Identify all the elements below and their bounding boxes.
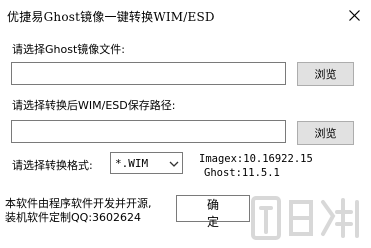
browse-ghost-button[interactable]: 浏览 (297, 62, 354, 86)
save-path-input[interactable] (11, 120, 286, 143)
title-bar[interactable]: 优捷易Ghost镜像一键转换WIM/ESD (0, 0, 371, 31)
close-button[interactable] (338, 0, 371, 31)
site-watermark-logo (251, 196, 359, 240)
ghost-image-path-input[interactable] (11, 62, 286, 85)
format-select-value: *.WIM (115, 157, 149, 170)
footer-note-line1: 本软件由程序软件开发并开源, (5, 197, 152, 210)
chevron-down-icon (169, 161, 179, 167)
format-select[interactable]: *.WIM (110, 152, 183, 174)
close-icon (349, 10, 360, 21)
imagex-version: Imagex:10.16922.15 (199, 153, 313, 165)
window-title: 优捷易Ghost镜像一键转换WIM/ESD (7, 10, 215, 24)
ghost-image-label: 请选择Ghost镜像文件: (12, 43, 125, 56)
save-path-label: 请选择转换后WIM/ESD保存路径: (12, 99, 176, 112)
format-label: 请选择转换格式: (12, 159, 93, 172)
ghost-version: Ghost:11.5.1 (204, 167, 280, 179)
footer-note-line2: 装机软件定制QQ:3602624 (5, 211, 142, 224)
app-window: 优捷易Ghost镜像一键转换WIM/ESD 请选择Ghost镜像文件: 浏览 请… (0, 0, 371, 248)
browse-save-button[interactable]: 浏览 (297, 121, 354, 145)
ok-button[interactable]: 确 定 (176, 195, 250, 229)
